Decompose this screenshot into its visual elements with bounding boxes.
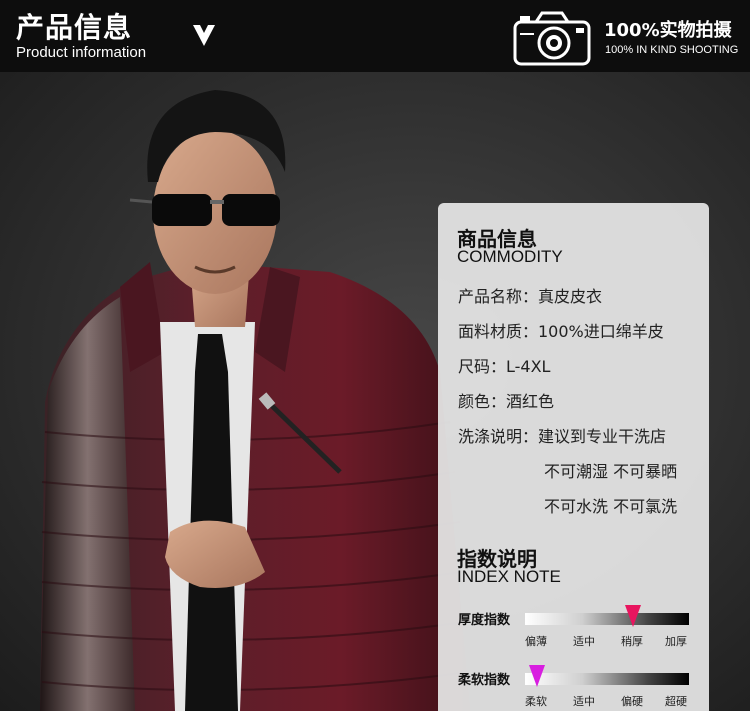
in-kind-shooting-cn: 100%实物拍摄 xyxy=(604,20,732,41)
thickness-tick: 适中 xyxy=(573,635,595,648)
wash-instructions-row: 洗涤说明：建议到专业干洗店 xyxy=(458,427,667,446)
material-row: 面料材质：100%进口绵羊皮 xyxy=(458,322,664,341)
down-arrow-icon xyxy=(193,25,215,46)
header-title-en: Product information xyxy=(16,44,147,61)
index-note-heading-en: INDEX NOTE xyxy=(457,567,561,586)
thickness-index-scale: 厚度指数 偏薄 适中 稍厚 加厚 xyxy=(458,605,698,649)
product-info-panel: 商品信息 COMMODITY 产品名称：真皮皮衣 面料材质：100%进口绵羊皮 … xyxy=(438,203,709,711)
thickness-tick: 稍厚 xyxy=(621,635,643,648)
wash-note-2: 不可水洗 不可氯洗 xyxy=(544,497,678,516)
header-title-cn: 产品信息 xyxy=(16,11,133,44)
color-row: 颜色：酒红色 xyxy=(458,392,555,411)
commodity-heading-en: COMMODITY xyxy=(457,247,563,266)
softness-gradient-bar xyxy=(525,673,689,685)
size-row: 尺码：L-4XL xyxy=(458,357,551,376)
softness-index-label: 柔软指数 xyxy=(458,673,511,688)
thickness-gradient-bar xyxy=(525,613,689,625)
header-banner: 产品信息 Product information 100%实物拍摄 100% I… xyxy=(0,0,750,72)
camera-icon xyxy=(513,11,591,66)
softness-marker-icon xyxy=(529,665,545,687)
product-name-row: 产品名称：真皮皮衣 xyxy=(458,287,603,306)
thickness-index-label: 厚度指数 xyxy=(458,613,511,628)
softness-tick: 偏硬 xyxy=(621,695,643,708)
softness-tick: 适中 xyxy=(573,695,595,708)
in-kind-shooting-en: 100% IN KIND SHOOTING xyxy=(605,44,739,56)
softness-tick: 柔软 xyxy=(525,695,547,708)
thickness-marker-icon xyxy=(625,605,641,627)
softness-tick: 超硬 xyxy=(665,695,687,708)
thickness-tick: 加厚 xyxy=(665,635,687,648)
softness-index-scale: 柔软指数 柔软 适中 偏硬 超硬 xyxy=(458,665,698,709)
thickness-tick: 偏薄 xyxy=(525,635,547,648)
wash-note-1: 不可潮湿 不可暴晒 xyxy=(544,462,678,481)
